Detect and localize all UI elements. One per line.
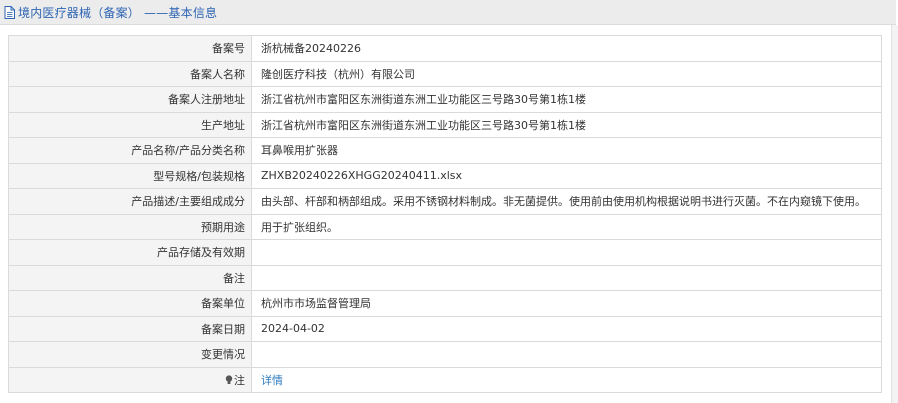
row-label: 备案人注册地址 — [8, 86, 252, 113]
row-label: 备案人名称 — [8, 60, 252, 87]
row-value — [251, 341, 882, 368]
document-icon — [4, 5, 15, 19]
table-row: 生产地址 浙江省杭州市富阳区东洲街道东洲工业功能区三号路30号第1栋1楼 — [8, 111, 882, 138]
page-title: 境内医疗器械（备案） ——基本信息 — [18, 5, 218, 20]
row-label: 产品存储及有效期 — [8, 239, 252, 266]
row-label: 备案号 — [8, 35, 252, 62]
row-value: 隆创医疗科技（杭州）有限公司 — [251, 60, 882, 87]
table-row: 备注 — [8, 264, 882, 291]
row-value: 2024-04-02 — [251, 315, 882, 342]
row-value: ZHXB20240226XHGG20240411.xlsx — [251, 162, 882, 189]
note-label-cell: 注 — [8, 366, 252, 393]
row-value: 浙江省杭州市富阳区东洲街道东洲工业功能区三号路30号第1栋1楼 — [251, 111, 882, 138]
scrollbar[interactable] — [891, 25, 898, 403]
row-value: 用于扩张组织。 — [251, 213, 882, 240]
row-value: 浙杭械备20240226 — [251, 35, 882, 62]
info-table: 备案号 浙杭械备20240226 备案人名称 隆创医疗科技（杭州）有限公司 备案人注册地… — [8, 35, 882, 393]
table-row: 备案号 浙杭械备20240226 — [8, 35, 882, 62]
row-label: 产品名称/产品分类名称 — [8, 137, 252, 164]
lightbulb-icon — [225, 375, 233, 385]
table-row: 备案日期 2024-04-02 — [8, 315, 882, 342]
table-row: 产品存储及有效期 — [8, 239, 882, 266]
row-value: 耳鼻喉用扩张器 — [251, 137, 882, 164]
table-row: 备案人注册地址 浙江省杭州市富阳区东洲街道东洲工业功能区三号路30号第1栋1楼 — [8, 86, 882, 113]
row-value: 由头部、杆部和柄部组成。采用不锈钢材料制成。非无菌提供。使用前由使用机构根据说明… — [251, 188, 882, 215]
table-row: 备案人名称 隆创医疗科技（杭州）有限公司 — [8, 60, 882, 87]
table-row: 变更情况 — [8, 341, 882, 368]
row-label: 生产地址 — [8, 111, 252, 138]
table-row: 产品描述/主要组成成分 由头部、杆部和柄部组成。采用不锈钢材料制成。非无菌提供。使… — [8, 188, 882, 215]
table-row: 备案单位 杭州市市场监督管理局 — [8, 290, 882, 317]
page-header: 境内医疗器械（备案） ——基本信息 — [0, 0, 896, 25]
row-label: 变更情况 — [8, 341, 252, 368]
row-label: 型号规格/包装规格 — [8, 162, 252, 189]
note-row: 注 详情 — [8, 366, 882, 393]
table-row: 预期用途 用于扩张组织。 — [8, 213, 882, 240]
note-value: 详情 — [251, 366, 882, 393]
table-row: 型号规格/包装规格 ZHXB20240226XHGG20240411.xlsx — [8, 162, 882, 189]
row-value: 浙江省杭州市富阳区东洲街道东洲工业功能区三号路30号第1栋1楼 — [251, 86, 882, 113]
row-label: 备注 — [8, 264, 252, 291]
row-value: 杭州市市场监督管理局 — [251, 290, 882, 317]
row-value — [251, 239, 882, 266]
details-link[interactable]: 详情 — [261, 374, 283, 387]
note-label: 注 — [234, 373, 245, 387]
row-label: 产品描述/主要组成成分 — [8, 188, 252, 215]
row-value — [251, 264, 882, 291]
table-row: 产品名称/产品分类名称 耳鼻喉用扩张器 — [8, 137, 882, 164]
row-label: 预期用途 — [8, 213, 252, 240]
row-label: 备案日期 — [8, 315, 252, 342]
row-label: 备案单位 — [8, 290, 252, 317]
